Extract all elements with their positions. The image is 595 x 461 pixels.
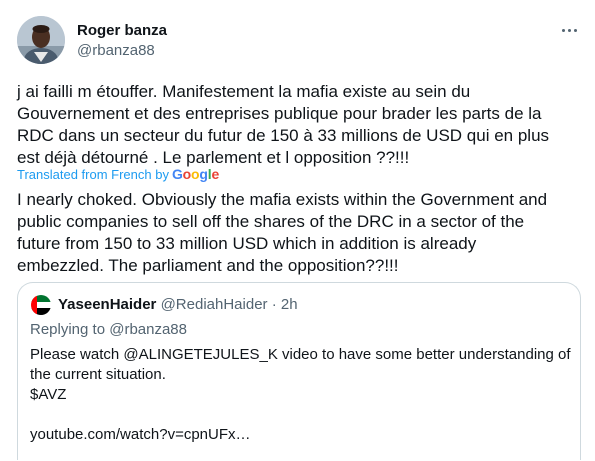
author-avatar[interactable]: [17, 16, 65, 64]
quote-text: Please watch @ALINGETEJULES_K video to h…: [30, 346, 571, 443]
quote-author-name[interactable]: YaseenHaider: [58, 296, 156, 313]
quoted-tweet[interactable]: YaseenHaider @RediahHaider · 2h Replying…: [17, 282, 581, 460]
translated-text: I nearly choked. Obviously the mafia exi…: [17, 190, 548, 275]
avatar-photo: [17, 16, 65, 64]
tweet: Roger banza @rbanza88 j ai failli m étou…: [0, 0, 595, 461]
quote-author-row: YaseenHaider @RediahHaider · 2h: [58, 296, 298, 314]
quote-replying-to: Replying to @rbanza88: [30, 321, 187, 339]
author-name[interactable]: Roger banza: [77, 22, 167, 40]
replying-to-label: Replying to: [30, 321, 106, 338]
replying-to-handle[interactable]: @rbanza88: [109, 321, 187, 338]
quote-separator: ·: [271, 296, 277, 313]
uae-flag-icon: [31, 295, 51, 315]
translated-from-label: Translated from French by: [17, 167, 169, 182]
quote-author-avatar[interactable]: [31, 295, 51, 315]
tweet-text: j ai failli m étouffer. Manifestement la…: [17, 82, 550, 167]
translation-attribution[interactable]: Translated from French by Google: [17, 166, 219, 183]
more-options-button[interactable]: [557, 20, 581, 40]
author-handle[interactable]: @rbanza88: [77, 42, 155, 60]
more-horizontal-icon: [560, 28, 578, 32]
google-logo: Google: [171, 166, 220, 182]
quote-author-handle[interactable]: @RediahHaider: [161, 296, 268, 313]
quote-timestamp[interactable]: 2h: [281, 296, 298, 313]
